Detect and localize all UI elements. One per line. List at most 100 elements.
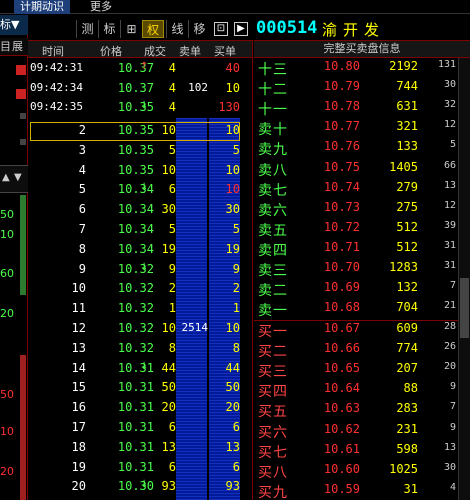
tick-index: 4: [78, 162, 86, 177]
order-count: 131: [437, 59, 456, 70]
tick-buy-order: 50: [225, 380, 240, 395]
ask-row[interactable]: 卖四 10.71 512 31: [254, 240, 470, 259]
ask-row[interactable]: 卖八 10.75 1405 66: [254, 160, 470, 179]
left-value: 50: [0, 388, 14, 401]
ask-row[interactable]: 卖三 10.70 1283 31: [254, 260, 470, 279]
left-panel-scroller[interactable]: ▲ ▼: [0, 165, 28, 193]
order-count: 21: [443, 300, 456, 312]
tick-row[interactable]: 19 10.31 6 6: [28, 460, 252, 478]
tick-price: 10.34: [117, 222, 154, 236]
bid-row[interactable]: 买九 10.59 31 4: [254, 482, 470, 500]
menu-item-plan[interactable]: 计期动识: [14, 0, 70, 14]
order-price: 10.60: [323, 461, 360, 476]
play-icon[interactable]: ▶: [234, 22, 248, 36]
tick-price: 10.31: [117, 459, 154, 474]
gray-marker-icon: [20, 113, 26, 119]
tick-volume: 4: [168, 61, 176, 75]
col-header-price: 价格: [100, 45, 122, 58]
order-level-label: 卖一: [258, 303, 288, 320]
tick-buy-order: 5: [232, 222, 240, 236]
tick-row[interactable]: 13 10.32 8 8: [28, 341, 252, 359]
red-marker-icon: [16, 65, 26, 75]
tick-price: 10.32: [117, 321, 154, 335]
tick-row[interactable]: 20 10.30 ↓ 93 93: [28, 479, 252, 497]
tick-row[interactable]: 3 10.35 5 5: [28, 143, 252, 161]
toolbar-line-button[interactable]: 线: [166, 20, 188, 38]
tick-row[interactable]: 7 10.34 5 5: [28, 222, 252, 240]
tick-row[interactable]: 09:42:35 10.35 ↓ 4 130: [28, 100, 252, 118]
tick-price: 10.31: [117, 400, 154, 415]
tick-row[interactable]: 14 10.31 ↓ 44 44: [28, 361, 252, 379]
tick-row[interactable]: 8 10.34 19 19: [28, 242, 252, 260]
ask-row[interactable]: 十三 10.80 2192 131: [254, 59, 470, 78]
bid-row[interactable]: 买四 10.64 88 9: [254, 381, 470, 400]
tick-price: 10.34: [117, 241, 154, 256]
tick-row[interactable]: 5 10.34 ↓ 6 10: [28, 182, 252, 200]
ask-row[interactable]: 卖二 10.69 132 7: [254, 280, 470, 299]
tick-row[interactable]: 9 10.32 ↓ 9 9: [28, 262, 252, 280]
tick-price: 10.31: [117, 439, 154, 454]
tick-row[interactable]: 15 10.31 50 50: [28, 380, 252, 398]
bid-row[interactable]: 买七 10.61 598 13: [254, 442, 470, 461]
tick-row[interactable]: 09:42:31 10.37 ↑ 4 40: [28, 61, 252, 79]
bid-row[interactable]: 买三 10.65 207 20: [254, 361, 470, 380]
ask-row[interactable]: 十一 10.78 631 32: [254, 99, 470, 118]
order-count: 12: [443, 199, 456, 211]
toolbar-measure-button[interactable]: 测: [76, 20, 98, 38]
tick-row[interactable]: 11 10.32 1 1: [28, 301, 252, 319]
ask-row[interactable]: 卖六 10.73 275 12: [254, 200, 470, 219]
tick-buy-order: 10: [225, 162, 240, 177]
tick-row[interactable]: 18 10.31 13 13: [28, 440, 252, 458]
menu-item-more[interactable]: 更多: [84, 0, 118, 14]
left-value: 50: [0, 208, 14, 221]
tick-row[interactable]: 16 10.31 20 20: [28, 400, 252, 418]
tick-row[interactable]: 12 10.32 10 2514 10: [28, 321, 252, 339]
toolbar-mark-button[interactable]: 标: [98, 20, 120, 38]
ask-row[interactable]: 卖一 10.68 704 21: [254, 300, 470, 319]
bid-row[interactable]: 买五 10.63 283 7: [254, 401, 470, 420]
tick-volume: 4: [168, 100, 176, 114]
bid-row[interactable]: 买六 10.62 231 9: [254, 422, 470, 441]
ask-row[interactable]: 卖五 10.72 512 39: [254, 220, 470, 239]
tick-index: 15: [71, 380, 86, 395]
bid-row[interactable]: 买八 10.60 1025 30: [254, 462, 470, 481]
scroll-up-icon[interactable]: ▲: [2, 172, 10, 183]
tick-volume: 20: [161, 400, 176, 415]
order-level-label: 买二: [258, 344, 288, 361]
tick-row[interactable]: 09:42:34 10.37 4 102 10: [28, 81, 252, 99]
order-level-label: 买七: [258, 444, 288, 461]
tick-index: 19: [71, 459, 86, 474]
order-price: 10.73: [323, 199, 360, 214]
order-level-label: 卖九: [258, 142, 288, 159]
stock-code: 000514: [256, 18, 318, 38]
toolbar-move-button[interactable]: 移: [188, 20, 210, 38]
order-count: 12: [443, 119, 456, 131]
order-price: 10.68: [323, 300, 360, 315]
order-book-scroll-thumb[interactable]: [460, 278, 469, 338]
tick-volume: 1: [168, 301, 176, 316]
tick-index: 20: [71, 479, 86, 494]
tick-index: 9: [78, 261, 86, 276]
ask-row[interactable]: 卖十 10.77 321 12: [254, 119, 470, 138]
toolbar-weight-button[interactable]: 权: [142, 20, 164, 38]
bid-row[interactable]: 买二 10.66 774 26: [254, 341, 470, 360]
toolbar-grid-button[interactable]: ⊞: [120, 20, 142, 38]
left-panel-dropdown[interactable]: 标▼: [0, 15, 28, 35]
bid-row[interactable]: 买一 10.67 609 28: [254, 321, 470, 340]
scroll-down-icon[interactable]: ▼: [14, 172, 22, 183]
order-level-label: 买六: [258, 424, 288, 441]
tick-price: 10.37: [117, 80, 154, 95]
tick-row[interactable]: 10 10.32 2 2: [28, 281, 252, 299]
order-book-scrollbar[interactable]: [458, 58, 470, 500]
order-price: 10.66: [323, 341, 360, 356]
order-count: 7: [449, 280, 456, 292]
expand-icon[interactable]: ⊡: [214, 22, 228, 36]
tick-buy-order: 6: [232, 420, 240, 434]
ask-row[interactable]: 十二 10.79 744 30: [254, 79, 470, 98]
ask-row[interactable]: 卖九 10.76 133 5: [254, 139, 470, 158]
ask-row[interactable]: 卖七 10.74 279 13: [254, 180, 470, 199]
tick-row[interactable]: 17 10.31 6 6: [28, 420, 252, 438]
tick-row[interactable]: 4 10.35 10 10: [28, 163, 252, 181]
order-book-title: 完整买卖盘信息: [254, 40, 470, 58]
tick-row[interactable]: 6 10.34 30 30: [28, 202, 252, 220]
